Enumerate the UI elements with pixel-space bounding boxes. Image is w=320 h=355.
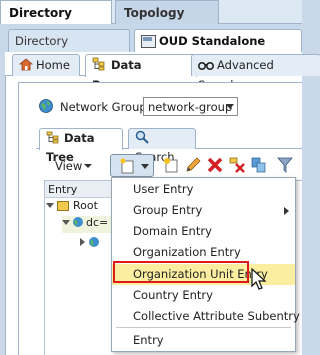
copy-entry-icon[interactable] (250, 156, 268, 174)
tree-toolbar: View (44, 154, 302, 178)
chevron-down-icon (141, 164, 149, 169)
highlight-callout (113, 261, 249, 283)
mouse-cursor-icon (251, 268, 267, 290)
menu-separator (116, 327, 291, 328)
tree-node-root[interactable]: Root (46, 199, 98, 212)
menu-item-domain-entry[interactable]: Domain Entry (112, 221, 295, 242)
tab-topology-manager[interactable]: Topology Manager (115, 0, 219, 44)
connection-tab-bar: Directory Connections OUD Standalone (13… (0, 24, 302, 70)
tree-tab-bar: Data Tree Search (36, 128, 302, 164)
binoculars-icon (197, 61, 215, 71)
browser-tab-bar: Home Data Browser Advanced Search (5, 52, 320, 92)
folder-icon (57, 201, 69, 211)
top-tab-bar: Directory Manager Topology Manager (0, 0, 302, 44)
menu-item-group-entry[interactable]: Group Entry (112, 200, 295, 221)
tree-icon (46, 131, 59, 144)
network-globe-icon (73, 217, 83, 227)
magnifier-icon (135, 130, 149, 144)
tree-node-root-label: Root (73, 199, 98, 212)
entry-column-header[interactable]: Entry (45, 181, 115, 198)
network-group-select[interactable]: network-group (143, 97, 238, 116)
network-globe-icon (39, 99, 53, 113)
chevron-right-icon (284, 207, 289, 215)
delete-subtree-icon[interactable] (228, 156, 246, 174)
tab-home-label: Home (36, 58, 70, 72)
menu-item-user-entry[interactable]: User Entry (112, 179, 295, 200)
collapse-icon[interactable] (62, 220, 70, 225)
network-globe-icon (89, 237, 99, 247)
new-entry-icon (120, 158, 134, 174)
chevron-down-icon (84, 164, 92, 168)
tab-oud-standalone[interactable]: OUD Standalone (1389) (134, 29, 302, 70)
tab-home[interactable]: Home (12, 54, 80, 76)
add-entry-icon[interactable] (162, 156, 180, 174)
collapse-icon[interactable] (46, 203, 54, 208)
home-icon (18, 58, 34, 71)
menu-item-collective-attribute-subentry[interactable]: Collective Attribute Subentry (112, 306, 300, 327)
view-menu-button[interactable]: View (48, 156, 98, 176)
chevron-down-icon (226, 104, 234, 109)
menu-item-group-entry-label: Group Entry (133, 203, 203, 217)
tab-search[interactable]: Search (128, 128, 196, 164)
tab-directory-connections[interactable]: Directory Connections (8, 29, 130, 70)
data-browser-icon (92, 57, 105, 71)
tab-data-browser[interactable]: Data Browser (85, 54, 197, 92)
red-x-icon[interactable] (206, 156, 224, 174)
network-group-label: Network Group (60, 100, 147, 114)
view-menu-label: View (55, 159, 83, 173)
tree-node-dc-label: dc= (86, 216, 109, 229)
tab-directory-manager[interactable]: Directory Manager (0, 0, 112, 44)
menu-item-organization-entry[interactable]: Organization Entry (112, 242, 295, 263)
new-entry-button[interactable] (110, 154, 154, 177)
tab-advanced-search[interactable]: Advanced Search (191, 54, 320, 92)
tree-node-child[interactable] (80, 236, 100, 249)
expand-icon[interactable] (80, 238, 85, 246)
pencil-icon[interactable] (184, 156, 202, 174)
server-icon (141, 35, 156, 48)
menu-item-country-entry[interactable]: Country Entry (112, 285, 295, 306)
tab-data-tree[interactable]: Data Tree (39, 128, 123, 164)
network-group-value: network-group (148, 100, 233, 114)
menu-item-entry[interactable]: Entry (112, 330, 295, 351)
funnel-icon[interactable] (276, 156, 294, 174)
